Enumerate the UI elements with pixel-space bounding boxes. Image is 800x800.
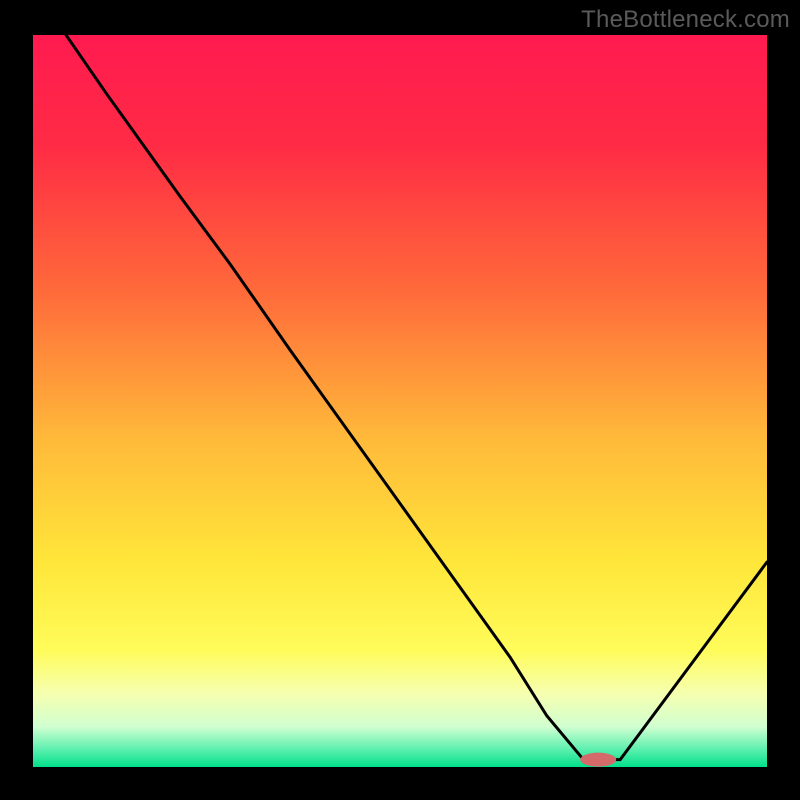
chart-svg <box>0 0 800 800</box>
chart-canvas: TheBottleneck.com <box>0 0 800 800</box>
watermark-text: TheBottleneck.com <box>581 6 790 34</box>
min-marker <box>580 753 616 767</box>
